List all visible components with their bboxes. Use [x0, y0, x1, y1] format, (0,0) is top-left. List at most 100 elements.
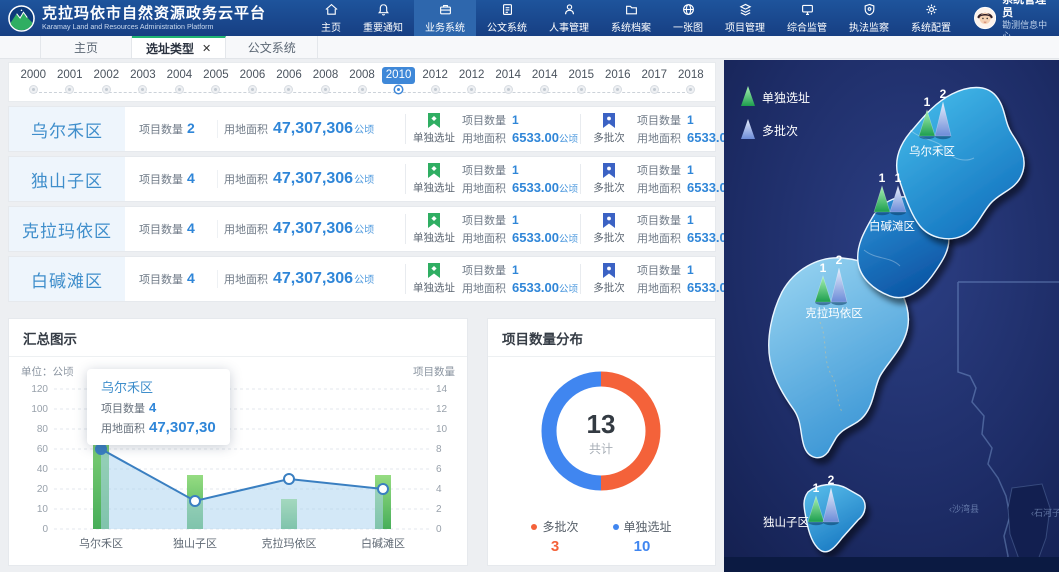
- nav-item-label: 系统档案: [611, 19, 651, 34]
- folder-icon: [624, 2, 639, 17]
- land-area-label: 用地面积: [224, 224, 268, 236]
- land-area-label: 用地面积: [224, 274, 268, 286]
- right-axis-tick: 12: [436, 404, 448, 415]
- year-item[interactable]: 2015: [563, 67, 600, 101]
- single-label: 单独选址: [413, 130, 455, 145]
- nav-item-gear[interactable]: 系统配置: [900, 0, 962, 36]
- single-label: 单独选址: [413, 180, 455, 195]
- district-land-area: 用地面积47,307,306公顷: [217, 220, 405, 238]
- year-label: 2012: [455, 67, 489, 84]
- briefcase-icon: [438, 2, 453, 17]
- bar-line-combo-chart[interactable]: 1201410012801060840620410200乌尔禾区独山子区克拉玛依…: [20, 381, 456, 553]
- single-count-value: 1: [512, 213, 519, 227]
- nav-item-bell[interactable]: 重要通知: [352, 0, 414, 36]
- district-map[interactable]: ‹沙湾县‹石河子 12乌尔禾区11白碱滩区12克拉玛依区12独山子区 单独选址多…: [724, 60, 1059, 572]
- map-district-label: 白碱滩区: [869, 219, 915, 233]
- year-item[interactable]: 2005: [198, 67, 235, 101]
- nav-item-person[interactable]: 人事管理: [538, 0, 600, 36]
- map-panel: ‹沙湾县‹石河子 12乌尔禾区11白碱滩区12克拉玛依区12独山子区 单独选址多…: [724, 60, 1059, 572]
- year-item[interactable]: 2008: [344, 67, 381, 101]
- single-area-line: 用地面积6533.00公顷: [462, 180, 580, 196]
- line-point-白碱滩区[interactable]: [378, 484, 388, 494]
- tab-home[interactable]: 主页: [40, 36, 132, 58]
- nav-item-globe[interactable]: 一张图: [662, 0, 714, 36]
- multi-label: 多批次: [593, 230, 625, 245]
- year-dot: [212, 86, 219, 93]
- multi-ribbon-col: 多批次: [581, 113, 637, 145]
- nav-item-folder[interactable]: 系统档案: [600, 0, 662, 36]
- nav-item-briefcase[interactable]: 业务系统: [414, 0, 476, 36]
- year-item[interactable]: 2006: [234, 67, 271, 101]
- year-item[interactable]: 2010: [380, 67, 417, 101]
- nav-item-layers[interactable]: 项目管理: [714, 0, 776, 36]
- donut-legend-item[interactable]: 单独选址10: [613, 518, 672, 555]
- year-item[interactable]: 2002: [88, 67, 125, 101]
- year-item[interactable]: 2000: [15, 67, 52, 101]
- year-item[interactable]: 2014: [526, 67, 563, 101]
- year-label: 2016: [601, 67, 635, 84]
- axis-unit-labels: 单位：公顷 项目数量: [9, 357, 467, 379]
- tab-bar: 主页选址类型✕公文系统: [0, 36, 1059, 59]
- land-area-unit: 公顷: [354, 275, 374, 286]
- single-count-line: 项目数量1: [462, 262, 580, 278]
- year-item[interactable]: 2014: [490, 67, 527, 101]
- year-item[interactable]: 2001: [52, 67, 89, 101]
- summary-chart-card: 汇总图示 单位：公顷 项目数量 120141001280106084062041…: [8, 318, 468, 566]
- legend-value: 10: [613, 538, 672, 555]
- nav-item-label: 系统配置: [911, 19, 951, 34]
- marker-count: 2: [828, 473, 835, 487]
- single-site-ribbon-icon: [428, 113, 440, 129]
- line-point-克拉玛依区[interactable]: [284, 474, 294, 484]
- left-axis-tick: 0: [42, 524, 48, 535]
- year-item[interactable]: 2006: [271, 67, 308, 101]
- marker-count: 2: [836, 253, 843, 267]
- multi-ribbon-col: 多批次: [581, 213, 637, 245]
- tab-document-system[interactable]: 公文系统: [226, 36, 318, 58]
- donut-chart[interactable]: 13共计: [488, 357, 715, 507]
- year-dot: [359, 86, 366, 93]
- multi-label: 多批次: [593, 130, 625, 145]
- category-label: 独山子区: [173, 537, 217, 550]
- left-axis-tick: 120: [31, 384, 48, 395]
- year-item[interactable]: 2017: [636, 67, 673, 101]
- right-axis-tick: 6: [436, 464, 442, 475]
- donut-title: 项目数量分布: [488, 319, 715, 357]
- year-timeline: 2000200120022003200420052006200620082008…: [8, 62, 716, 102]
- project-count-label: 项目数量: [462, 162, 506, 178]
- project-count-label: 项目数量: [462, 112, 506, 128]
- gear-icon: [924, 2, 939, 17]
- line-point-独山子区[interactable]: [190, 496, 200, 506]
- year-item[interactable]: 2018: [673, 67, 710, 101]
- left-axis-tick: 10: [37, 504, 49, 515]
- tab-close-icon[interactable]: ✕: [202, 42, 211, 55]
- year-item[interactable]: 2012: [453, 67, 490, 101]
- land-area-label: 用地面积: [224, 174, 268, 186]
- nav-item-monitor[interactable]: 综合监管: [776, 0, 838, 36]
- land-area-label: 用地面积: [637, 280, 681, 296]
- project-count-label: 项目数量: [462, 212, 506, 228]
- district-project-count: 项目数量2: [125, 120, 217, 138]
- tab-selected-type[interactable]: 选址类型✕: [132, 36, 226, 58]
- year-item[interactable]: 2008: [307, 67, 344, 101]
- home-icon: [324, 2, 339, 17]
- legend-value: 3: [531, 538, 578, 555]
- year-item[interactable]: 2003: [125, 67, 162, 101]
- map-faint-label: ‹石河子: [1031, 507, 1059, 518]
- nav-item-home[interactable]: 主页: [310, 0, 352, 36]
- year-item[interactable]: 2016: [600, 67, 637, 101]
- year-item[interactable]: 2004: [161, 67, 198, 101]
- nav-item-document[interactable]: 公文系统: [476, 0, 538, 36]
- multi-count-value: 1: [687, 263, 694, 277]
- single-stats: 项目数量1用地面积6533.00公顷: [462, 162, 580, 196]
- multi-ribbon-col: 多批次: [581, 163, 637, 195]
- single-stats: 项目数量1用地面积6533.00公顷: [462, 262, 580, 296]
- donut-legend-item[interactable]: 多批次3: [531, 518, 578, 555]
- layers-icon: [738, 2, 753, 17]
- year-label: 2006: [236, 67, 270, 84]
- right-axis-tick: 0: [436, 524, 442, 535]
- user-name: 系统管理员: [1002, 0, 1049, 20]
- line-point-乌尔禾区[interactable]: [96, 444, 106, 454]
- single-area-line: 用地面积6533.00公顷: [462, 230, 580, 246]
- nav-item-shield[interactable]: 执法监察: [838, 0, 900, 36]
- year-item[interactable]: 2012: [417, 67, 454, 101]
